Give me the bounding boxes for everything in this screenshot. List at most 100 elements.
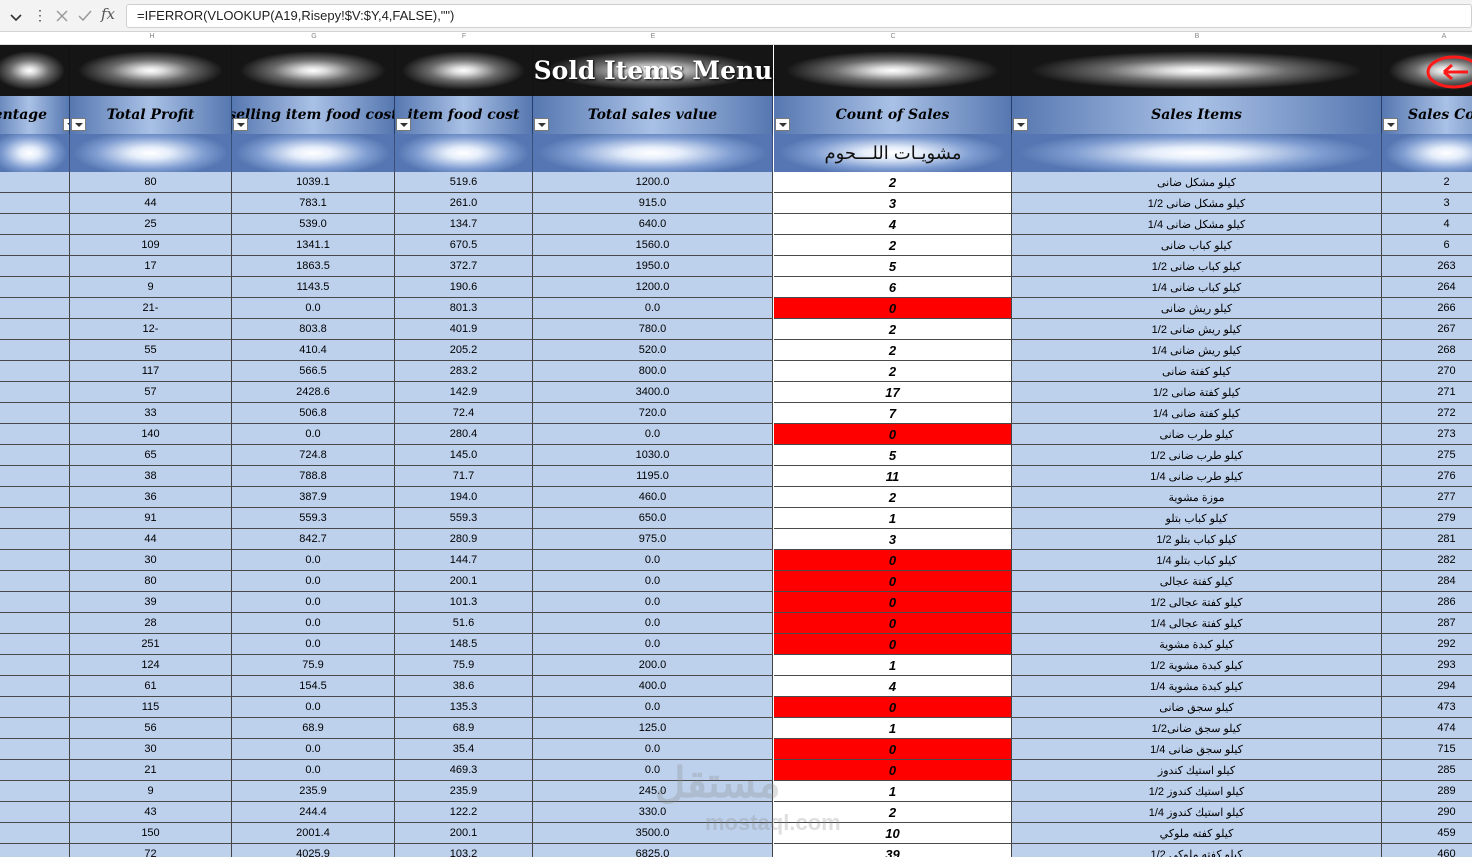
cell-code[interactable]: 290	[1382, 802, 1472, 823]
column-letter[interactable]: A	[1442, 33, 1447, 40]
cell-code[interactable]: 271	[1382, 382, 1472, 403]
cell-profit[interactable]: 124	[70, 655, 232, 676]
banner-cell[interactable]	[774, 45, 1012, 96]
section-cell[interactable]	[1382, 134, 1472, 172]
cell-code[interactable]: 270	[1382, 361, 1472, 382]
cell-name[interactable]: 1/4 كيلو ريش ضانى	[1012, 340, 1382, 361]
cell-name[interactable]: 1/4 كيلو كبدة مشوية	[1012, 676, 1382, 697]
section-cell[interactable]	[1012, 134, 1382, 172]
section-cell[interactable]	[232, 134, 395, 172]
cell-selling[interactable]: 559.3	[232, 508, 395, 529]
cell-pct[interactable]	[0, 361, 70, 382]
header-sales[interactable]: Total sales value	[533, 96, 773, 134]
cell-cost[interactable]: 200.1	[395, 823, 533, 844]
cell-name[interactable]: 1/4 كيلو طرب ضانى	[1012, 466, 1382, 487]
section-cell[interactable]	[0, 134, 70, 172]
cell-name[interactable]: كيلو كفتة ضانى	[1012, 361, 1382, 382]
cell-sales[interactable]: 915.0	[533, 193, 773, 214]
cell-profit[interactable]: 21-	[70, 298, 232, 319]
cell-profit[interactable]: 140	[70, 424, 232, 445]
banner-cell[interactable]	[395, 45, 533, 96]
cell-selling[interactable]: 0.0	[232, 592, 395, 613]
cell-code[interactable]: 2	[1382, 172, 1472, 193]
cell-selling[interactable]: 842.7	[232, 529, 395, 550]
cell-code[interactable]: 3	[1382, 193, 1472, 214]
cell-cost[interactable]: 190.6	[395, 277, 533, 298]
cell-pct[interactable]	[0, 781, 70, 802]
cell-cost[interactable]: 200.1	[395, 571, 533, 592]
filter-dropdown-icon[interactable]	[1383, 118, 1398, 131]
cell-selling[interactable]: 0.0	[232, 298, 395, 319]
cell-selling[interactable]: 0.0	[232, 424, 395, 445]
cell-profit[interactable]: 17	[70, 256, 232, 277]
cell-profit[interactable]: 251	[70, 634, 232, 655]
cell-cost[interactable]: 559.3	[395, 508, 533, 529]
cell-cost[interactable]: 145.0	[395, 445, 533, 466]
cell-pct[interactable]	[0, 424, 70, 445]
cell-profit[interactable]: 21	[70, 760, 232, 781]
cell-profit[interactable]: 91	[70, 508, 232, 529]
cell-sales[interactable]: 800.0	[533, 361, 773, 382]
cell-profit[interactable]: 39	[70, 592, 232, 613]
cell-profit[interactable]: 57	[70, 382, 232, 403]
cell-count[interactable]: 0	[774, 592, 1012, 613]
name-box-dropdown-icon[interactable]	[6, 9, 26, 25]
header-selling[interactable]: selling item food cost	[232, 96, 395, 134]
header-name[interactable]: Sales Items	[1012, 96, 1382, 134]
cell-code[interactable]: 293	[1382, 655, 1472, 676]
cell-name[interactable]: 1/2 كيلو كبدة مشوية	[1012, 655, 1382, 676]
cell-pct[interactable]	[0, 697, 70, 718]
cell-profit[interactable]: 9	[70, 781, 232, 802]
column-letter[interactable]: H	[149, 33, 154, 40]
cell-selling[interactable]: 0.0	[232, 613, 395, 634]
cell-name[interactable]: 1/4 كيلو كفتة ضانى	[1012, 403, 1382, 424]
cell-profit[interactable]: 43	[70, 802, 232, 823]
cell-selling[interactable]: 1039.1	[232, 172, 395, 193]
cell-cost[interactable]: 142.9	[395, 382, 533, 403]
cell-count[interactable]: 4	[774, 214, 1012, 235]
banner-cell[interactable]	[232, 45, 395, 96]
cell-code[interactable]: 266	[1382, 298, 1472, 319]
cell-selling[interactable]: 410.4	[232, 340, 395, 361]
cell-sales[interactable]: 0.0	[533, 298, 773, 319]
cell-profit[interactable]: 80	[70, 172, 232, 193]
cell-selling[interactable]: 154.5	[232, 676, 395, 697]
cell-name[interactable]: كيلو كفتة عجالى	[1012, 571, 1382, 592]
cell-cost[interactable]: 51.6	[395, 613, 533, 634]
column-letter[interactable]: B	[1195, 33, 1200, 40]
cell-profit[interactable]: 12-	[70, 319, 232, 340]
cell-selling[interactable]: 566.5	[232, 361, 395, 382]
cell-selling[interactable]: 2428.6	[232, 382, 395, 403]
cell-profit[interactable]: 44	[70, 529, 232, 550]
cell-pct[interactable]	[0, 676, 70, 697]
cell-sales[interactable]: 330.0	[533, 802, 773, 823]
filter-dropdown-icon[interactable]	[233, 118, 248, 131]
cell-selling[interactable]: 724.8	[232, 445, 395, 466]
cell-cost[interactable]: 235.9	[395, 781, 533, 802]
filter-dropdown-icon[interactable]	[71, 118, 86, 131]
cell-name[interactable]: 1/4 كيلو كباب بتلو	[1012, 550, 1382, 571]
banner-cell[interactable]	[0, 45, 70, 96]
cell-cost[interactable]: 372.7	[395, 256, 533, 277]
cell-code[interactable]: 279	[1382, 508, 1472, 529]
cell-count[interactable]: 1	[774, 655, 1012, 676]
cell-sales[interactable]: 640.0	[533, 214, 773, 235]
cell-pct[interactable]	[0, 340, 70, 361]
cell-profit[interactable]: 36	[70, 487, 232, 508]
cell-cost[interactable]: 75.9	[395, 655, 533, 676]
cell-cost[interactable]: 103.2	[395, 844, 533, 857]
cell-pct[interactable]	[0, 403, 70, 424]
cell-sales[interactable]: 125.0	[533, 718, 773, 739]
cell-cost[interactable]: 122.2	[395, 802, 533, 823]
cell-cost[interactable]: 72.4	[395, 403, 533, 424]
cell-pct[interactable]	[0, 172, 70, 193]
cell-count[interactable]: 0	[774, 571, 1012, 592]
cell-count[interactable]: 10	[774, 823, 1012, 844]
cell-code[interactable]: 285	[1382, 760, 1472, 781]
cell-cost[interactable]: 801.3	[395, 298, 533, 319]
cell-name[interactable]: 1/2 كيلو استيك كندوز	[1012, 781, 1382, 802]
cell-code[interactable]: 459	[1382, 823, 1472, 844]
cell-code[interactable]: 286	[1382, 592, 1472, 613]
cell-name[interactable]: 1/2 كيلو طرب ضانى	[1012, 445, 1382, 466]
cell-code[interactable]: 282	[1382, 550, 1472, 571]
